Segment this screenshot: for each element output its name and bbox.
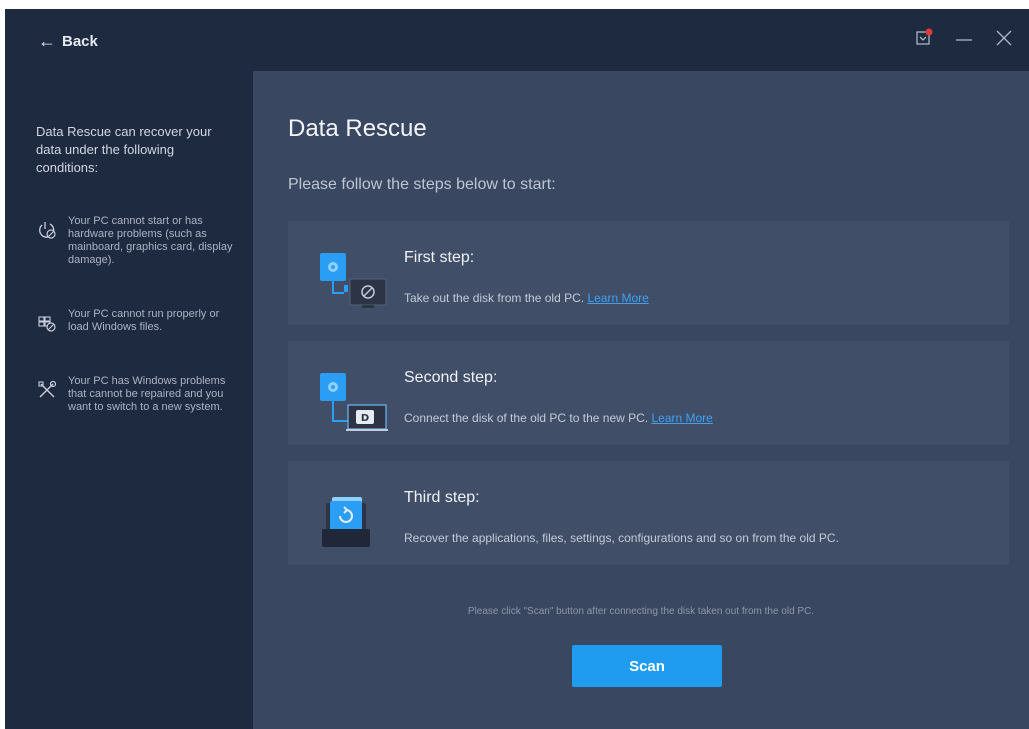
step-card-third: Third step: Recover the applications, fi… (288, 461, 1009, 565)
sidebar-intro: Data Rescue can recover your data under … (36, 124, 212, 175)
sidebar: Data Rescue can recover your data under … (5, 71, 253, 729)
learn-more-link[interactable]: Learn More (651, 411, 712, 425)
back-label: Back (62, 32, 98, 50)
back-button[interactable]: ← Back (38, 32, 98, 50)
step-card-first: First step: Take out the disk from the o… (288, 221, 1009, 325)
condition-hardware: Your PC cannot start or has hardware pro… (36, 215, 236, 267)
step-text: Connect the disk of the old PC to the ne… (404, 411, 649, 425)
recover-files-icon (318, 489, 390, 561)
scan-button[interactable]: Scan (572, 645, 722, 687)
step-description: Take out the disk from the old PC. Learn… (404, 291, 649, 305)
windows-error-icon (36, 312, 58, 334)
back-arrow-icon: ← (38, 31, 56, 51)
close-icon[interactable] (993, 27, 1015, 49)
page-subtitle: Please follow the steps below to start: (288, 176, 556, 193)
minimize-icon[interactable] (953, 27, 975, 49)
title-bar: ← Back (5, 9, 1029, 71)
svg-text:D: D (361, 413, 369, 424)
app-window: ← Back Data Rescue can recover your data… (5, 9, 1029, 729)
condition-repair: Your PC has Windows problems that cannot… (36, 375, 236, 414)
learn-more-link[interactable]: Learn More (587, 291, 648, 305)
step-title: Second step: (404, 369, 498, 386)
tools-icon (36, 379, 58, 401)
condition-text: Your PC cannot run properly or load Wind… (68, 308, 220, 333)
step-text: Recover the applications, files, setting… (404, 531, 839, 545)
condition-windows: Your PC cannot run properly or load Wind… (36, 308, 236, 334)
page-title: Data Rescue (288, 115, 427, 142)
disk-connect-icon: D (318, 369, 390, 441)
step-title: Third step: (404, 489, 480, 506)
step-description: Connect the disk of the old PC to the ne… (404, 411, 713, 425)
disk-removal-icon (318, 249, 390, 321)
power-damage-icon (36, 219, 58, 241)
condition-text: Your PC cannot start or has hardware pro… (68, 215, 233, 266)
main-content: Data Rescue Please follow the steps belo… (253, 71, 1029, 729)
step-title: First step: (404, 249, 475, 266)
step-card-second: D Second step: Connect the disk of the o… (288, 341, 1009, 445)
step-description: Recover the applications, files, setting… (404, 531, 839, 545)
condition-text: Your PC has Windows problems that cannot… (68, 375, 226, 413)
feedback-icon[interactable] (913, 27, 935, 49)
step-text: Take out the disk from the old PC. (404, 291, 585, 305)
scan-hint: Please click "Scan" button after connect… (467, 606, 815, 617)
